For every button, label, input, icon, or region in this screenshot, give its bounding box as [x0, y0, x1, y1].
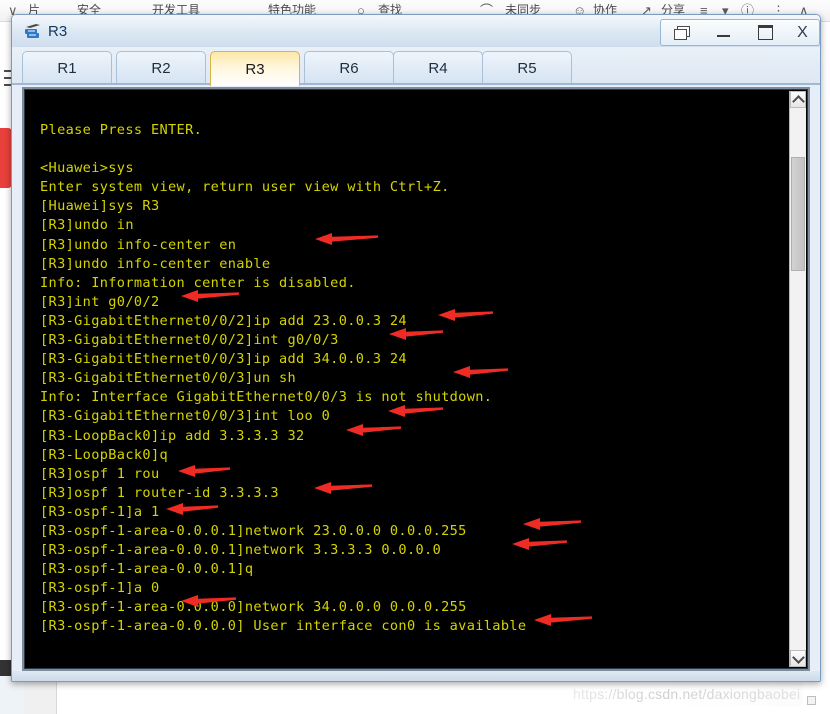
- window-title: R3: [48, 23, 68, 40]
- terminal-line: [R3-ospf-1]a 0: [40, 580, 160, 597]
- tab-label: R5: [517, 59, 537, 77]
- scroll-down-button[interactable]: [790, 650, 806, 667]
- scrollbar-thumb[interactable]: [791, 157, 805, 271]
- terminal-text: Please Press ENTER. <Huawei>sys Enter sys…: [40, 121, 526, 637]
- terminal-line: <Huawei>sys: [40, 160, 134, 177]
- window-titlebar[interactable]: R3 X: [12, 15, 820, 48]
- terminal-line: [R3-ospf-1-area-0.0.0.1]network 23.0.0.0…: [40, 522, 467, 539]
- ensp-router-icon: [25, 24, 40, 38]
- terminal-line: [R3-ospf-1-area-0.0.0.1]network 3.3.3.3 …: [40, 542, 442, 559]
- device-tab-strip: R1 R2 R3 R6 R4 R5: [12, 47, 820, 86]
- tab-label: R4: [428, 59, 448, 77]
- terminal-line: [R3-GigabitEthernet0/0/3]ip add 34.0.0.3…: [40, 351, 407, 368]
- close-button[interactable]: X: [786, 19, 820, 46]
- terminal-line: [Huawei]sys R3: [40, 198, 160, 215]
- terminal-scrollbar[interactable]: [789, 91, 806, 667]
- restore-icon: [674, 25, 690, 40]
- tab-r6[interactable]: R6: [304, 51, 394, 84]
- annotation-arrow: [534, 614, 592, 626]
- terminal-line: [R3]int g0/0/2: [40, 293, 160, 310]
- terminal-line: [R3-GigabitEthernet0/0/2]ip add 23.0.0.3…: [40, 312, 407, 329]
- scroll-up-button[interactable]: [790, 91, 806, 108]
- terminal-line: [R3-ospf-1-area-0.0.0.0]network 34.0.0.0…: [40, 599, 467, 616]
- terminal-line: [R3-GigabitEthernet0/0/3]int loo 0: [40, 408, 331, 425]
- ensp-console-window: R3 X R1 R2 R3 R6 R4 R5 Please Press ENTE…: [11, 14, 821, 682]
- terminal-line: [R3-LoopBack0]q: [40, 446, 169, 463]
- terminal-line: [R3-LoopBack0]ip add 3.3.3.3 32: [40, 427, 305, 444]
- terminal-output[interactable]: Please Press ENTER. <Huawei>sys Enter sys…: [26, 91, 792, 667]
- restore-button[interactable]: [660, 19, 704, 46]
- csdn-watermark: https://blog.csdn.net/daxiongbaobei: [573, 686, 801, 702]
- terminal-line: [R3]undo info-center en: [40, 236, 237, 253]
- chevron-down-icon: [791, 650, 805, 664]
- terminal-line: [R3]ospf 1 rou: [40, 465, 160, 482]
- terminal-line: [R3]undo info-center enable: [40, 255, 271, 272]
- tab-label: R1: [57, 59, 77, 77]
- tab-r3[interactable]: R3: [210, 51, 300, 86]
- terminal-line: [R3]ospf 1 router-id 3.3.3.3: [40, 484, 279, 501]
- terminal-line: [R3-GigabitEthernet0/0/3]un sh: [40, 370, 297, 387]
- minimize-button[interactable]: [702, 19, 745, 46]
- terminal-line: Enter system view, return user view with…: [40, 179, 450, 196]
- terminal-line: Please Press ENTER.: [40, 122, 203, 138]
- maximize-button[interactable]: [744, 19, 787, 46]
- terminal-line: [R3-GigabitEthernet0/0/2]int g0/0/3: [40, 332, 339, 349]
- tab-label: R6: [339, 59, 359, 77]
- terminal-line: [R3]undo in: [40, 217, 134, 234]
- tab-r5[interactable]: R5: [482, 51, 572, 84]
- maximize-icon: [757, 25, 773, 40]
- annotation-arrow: [523, 518, 581, 530]
- terminal-frame: Please Press ENTER. <Huawei>sys Enter sys…: [22, 87, 810, 671]
- terminal-line: Info: Interface GigabitEthernet0/0/3 is …: [40, 389, 493, 406]
- chevron-up-icon: [791, 94, 805, 108]
- tab-label: R3: [245, 60, 265, 78]
- resize-handle[interactable]: [807, 696, 816, 705]
- terminal-line: [R3-ospf-1]a 1: [40, 503, 160, 520]
- close-icon: X: [797, 23, 808, 41]
- tab-r2[interactable]: R2: [116, 51, 206, 84]
- terminal-line: [R3-ospf-1-area-0.0.0.1]q: [40, 561, 254, 578]
- window-bottom-edge: [12, 671, 820, 681]
- tab-r4[interactable]: R4: [393, 51, 483, 84]
- tab-label: R2: [151, 59, 171, 77]
- terminal-line: [R3-ospf-1-area-0.0.0.0] User interface …: [40, 618, 527, 635]
- minimize-icon: [716, 35, 730, 37]
- terminal-line: Info: Information center is disabled.: [40, 274, 356, 291]
- tab-r1[interactable]: R1: [22, 51, 112, 84]
